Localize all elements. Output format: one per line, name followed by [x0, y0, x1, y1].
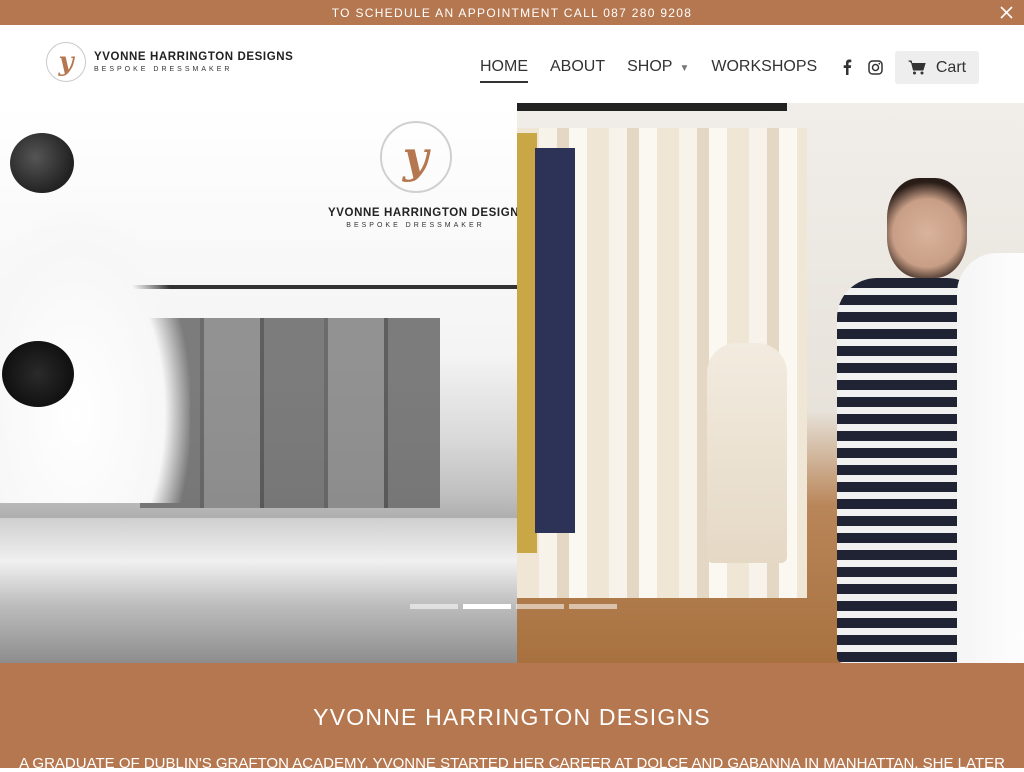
instagram-icon[interactable]: [867, 59, 883, 75]
site-header: y YVONNE HARRINGTON DESIGNS BESPOKE DRES…: [0, 25, 1024, 104]
slide-dot-4[interactable]: [569, 604, 617, 609]
nav-home[interactable]: HOME: [480, 58, 528, 83]
logo-mark: y: [46, 42, 86, 82]
close-icon[interactable]: [999, 5, 1014, 20]
chevron-down-icon: ▼: [679, 63, 690, 74]
hero-image-studio: [517, 103, 1024, 663]
nav-shop[interactable]: SHOP ▼: [627, 58, 689, 76]
nav-workshops[interactable]: WORKSHOPS: [711, 58, 817, 76]
slide-dot-3[interactable]: [516, 604, 564, 609]
hero-logo-tagline: BESPOKE DRESSMAKER: [346, 222, 485, 229]
intro-text: A GRADUATE OF DUBLIN'S GRAFTON ACADEMY, …: [19, 755, 1005, 772]
main-nav: HOME ABOUT SHOP ▼ WORKSHOPS: [480, 58, 951, 83]
nav-about[interactable]: ABOUT: [550, 58, 605, 76]
nav-shop-label: SHOP: [627, 58, 673, 75]
slide-dot-2[interactable]: [463, 604, 511, 609]
announcement-bar: TO SCHEDULE AN APPOINTMENT CALL 087 280 …: [0, 0, 1024, 25]
slide-indicators: [410, 604, 622, 609]
logo-name: YVONNE HARRINGTON DESIGNS: [94, 51, 294, 63]
announcement-text: TO SCHEDULE AN APPOINTMENT CALL 087 280 …: [331, 5, 693, 20]
intro-section: YVONNE HARRINGTON DESIGNS A GRADUATE OF …: [0, 663, 1024, 772]
slide-dot-1[interactable]: [410, 604, 458, 609]
cart-label: Cart: [935, 58, 967, 76]
facebook-icon[interactable]: [839, 59, 855, 75]
cart-button[interactable]: Cart: [895, 51, 979, 84]
hero-image-bride: y YVONNE HARRINGTON DESIGNS BESPOKE DRES…: [0, 103, 528, 663]
hero-logo-name: YVONNE HARRINGTON DESIGNS: [328, 207, 528, 219]
logo-tagline: BESPOKE DRESSMAKER: [94, 66, 233, 73]
hero-slideshow[interactable]: y YVONNE HARRINGTON DESIGNS BESPOKE DRES…: [0, 103, 1024, 663]
intro-title: YVONNE HARRINGTON DESIGNS: [313, 704, 711, 730]
site-logo[interactable]: y YVONNE HARRINGTON DESIGNS BESPOKE DRES…: [46, 42, 293, 82]
cart-icon: [908, 60, 926, 75]
hero-logo-mark: y: [379, 121, 452, 193]
hero-overlay-logo: y YVONNE HARRINGTON DESIGNS BESPOKE DRES…: [328, 121, 528, 229]
